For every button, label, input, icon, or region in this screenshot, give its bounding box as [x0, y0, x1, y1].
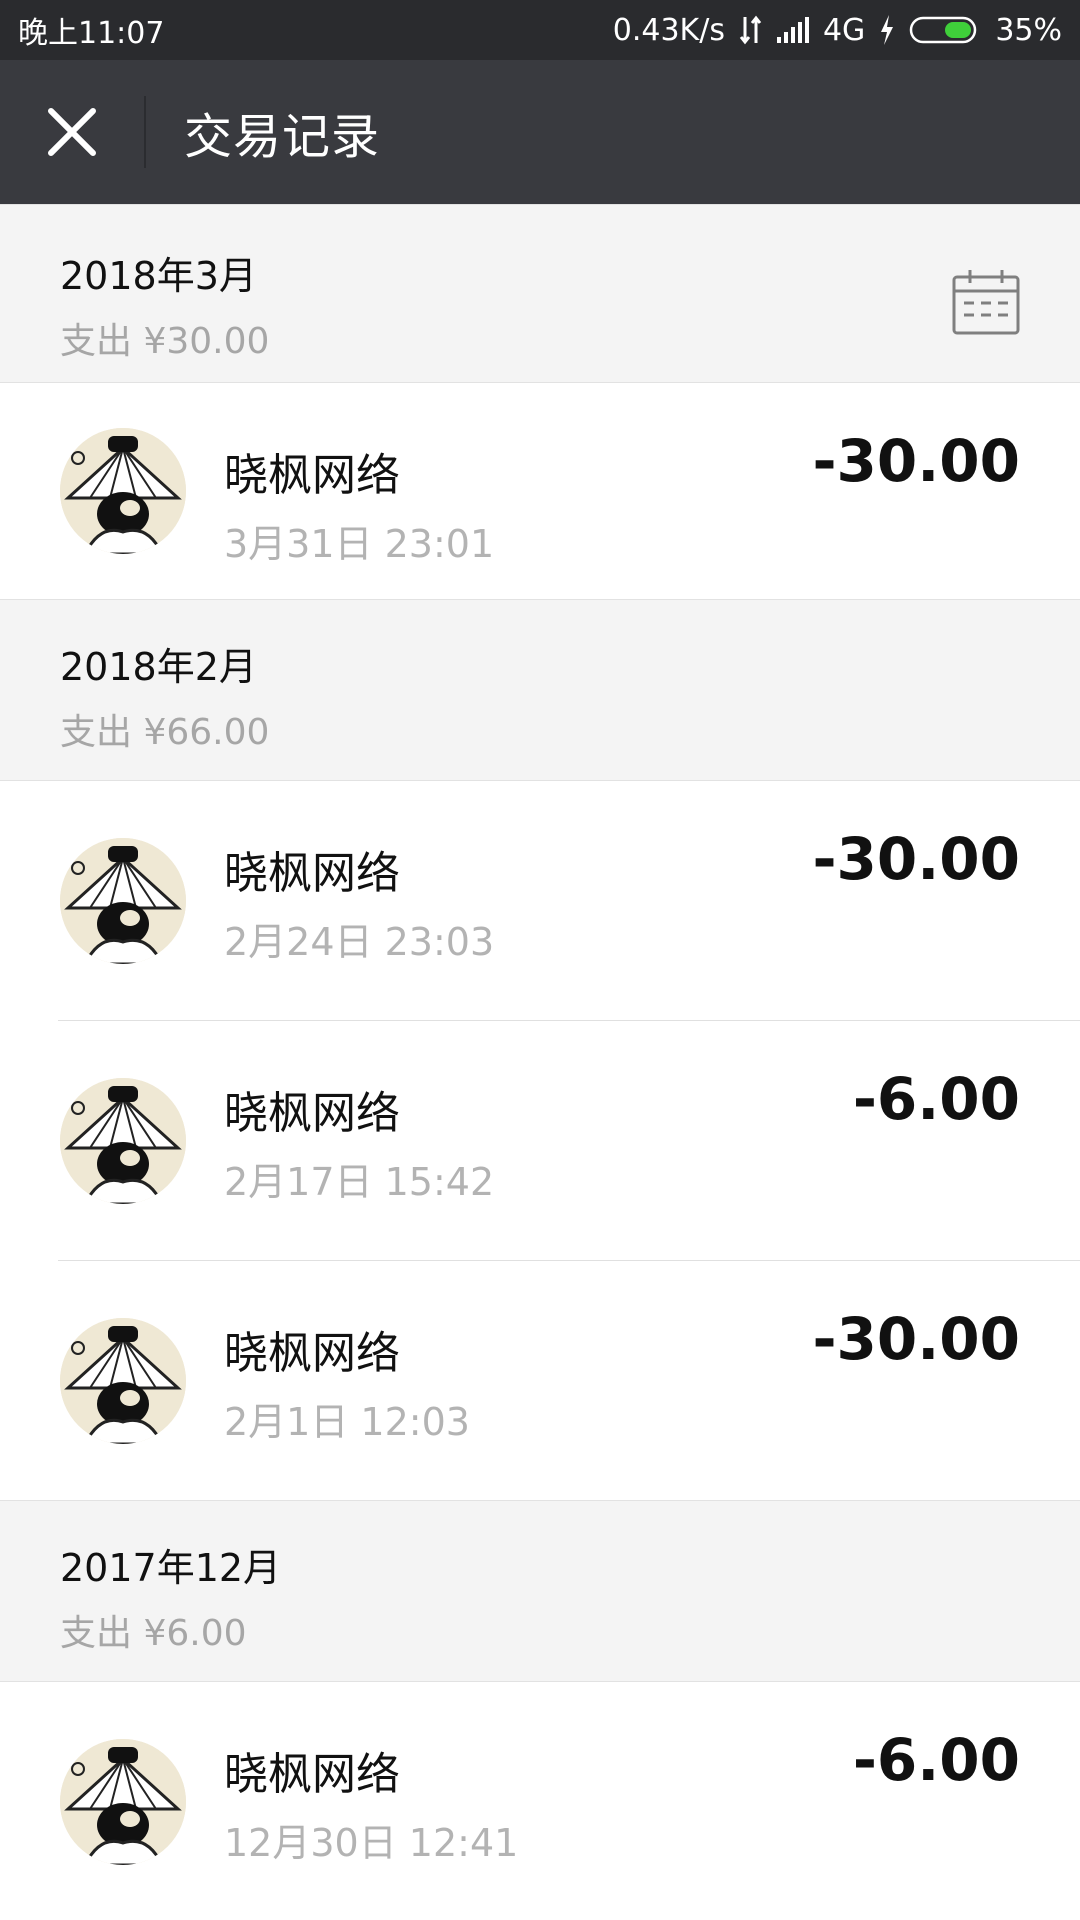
month-header[interactable]: 2017年12月 支出 ¥6.00 [0, 1500, 1080, 1682]
merchant-name: 晓枫网络 [224, 1749, 400, 1800]
close-button[interactable] [0, 60, 144, 204]
data-transfer-icon [739, 15, 763, 45]
title-bar: 交易记录 [0, 60, 1080, 204]
merchant-name: 晓枫网络 [224, 1088, 400, 1139]
transaction-amount: -6.00 [852, 1726, 1020, 1794]
merchant-avatar [60, 1738, 186, 1865]
charging-icon [879, 15, 895, 45]
close-icon [48, 108, 96, 156]
title-divider [144, 96, 146, 168]
page-title: 交易记录 [184, 109, 381, 165]
network-speed: 0.43K/s [612, 12, 725, 48]
merchant-name: 晓枫网络 [224, 848, 400, 899]
merchant-avatar [60, 837, 186, 964]
month-total: 支出 ¥30.00 [60, 321, 270, 362]
app: 晚上11:07 0.43K/s 4G 35% 交易记录 2018年3月 支出 ¥… [0, 0, 1080, 1920]
merchant-avatar [60, 428, 186, 554]
month-header[interactable]: 2018年2月 支出 ¥66.00 [0, 599, 1080, 781]
transaction-row[interactable]: 晓枫网络 12月30日 12:41 -6.00 [0, 1682, 1080, 1920]
month-total: 支出 ¥66.00 [60, 712, 270, 753]
calendar-icon[interactable] [952, 269, 1020, 339]
transaction-time: 2月24日 23:03 [224, 920, 495, 964]
transaction-amount: -30.00 [812, 427, 1020, 495]
status-bar: 晚上11:07 0.43K/s 4G 35% [0, 0, 1080, 60]
merchant-avatar [60, 1317, 186, 1444]
transaction-amount: -30.00 [812, 825, 1020, 893]
transaction-time: 3月31日 23:01 [224, 522, 495, 566]
month-header[interactable]: 2018年3月 支出 ¥30.00 [0, 204, 1080, 383]
month-title: 2018年3月 [60, 254, 257, 298]
transaction-row[interactable]: 晓枫网络 2月1日 12:03 -30.00 [0, 1261, 1080, 1500]
status-time: 晚上11:07 [18, 16, 165, 51]
signal-icon [776, 17, 809, 43]
month-title: 2018年2月 [60, 645, 257, 689]
month-title: 2017年12月 [60, 1546, 282, 1590]
merchant-name: 晓枫网络 [224, 1328, 400, 1379]
transaction-row[interactable]: 晓枫网络 2月24日 23:03 -30.00 [0, 781, 1080, 1020]
merchant-avatar [60, 1077, 186, 1204]
transaction-row[interactable]: 晓枫网络 2月17日 15:42 -6.00 [0, 1021, 1080, 1260]
network-type: 4G [822, 12, 866, 48]
battery-percent: 35% [995, 12, 1062, 48]
battery-icon [909, 15, 981, 45]
month-total: 支出 ¥6.00 [60, 1613, 247, 1654]
merchant-name: 晓枫网络 [224, 450, 400, 501]
transaction-time: 2月1日 12:03 [224, 1400, 470, 1444]
status-right: 0.43K/s 4G 35% [613, 13, 1062, 48]
transaction-time: 12月30日 12:41 [224, 1821, 519, 1865]
transaction-amount: -30.00 [812, 1305, 1020, 1373]
transaction-row[interactable]: 晓枫网络 3月31日 23:01 -30.00 [0, 383, 1080, 599]
transaction-time: 2月17日 15:42 [224, 1160, 495, 1204]
transaction-amount: -6.00 [852, 1065, 1020, 1133]
